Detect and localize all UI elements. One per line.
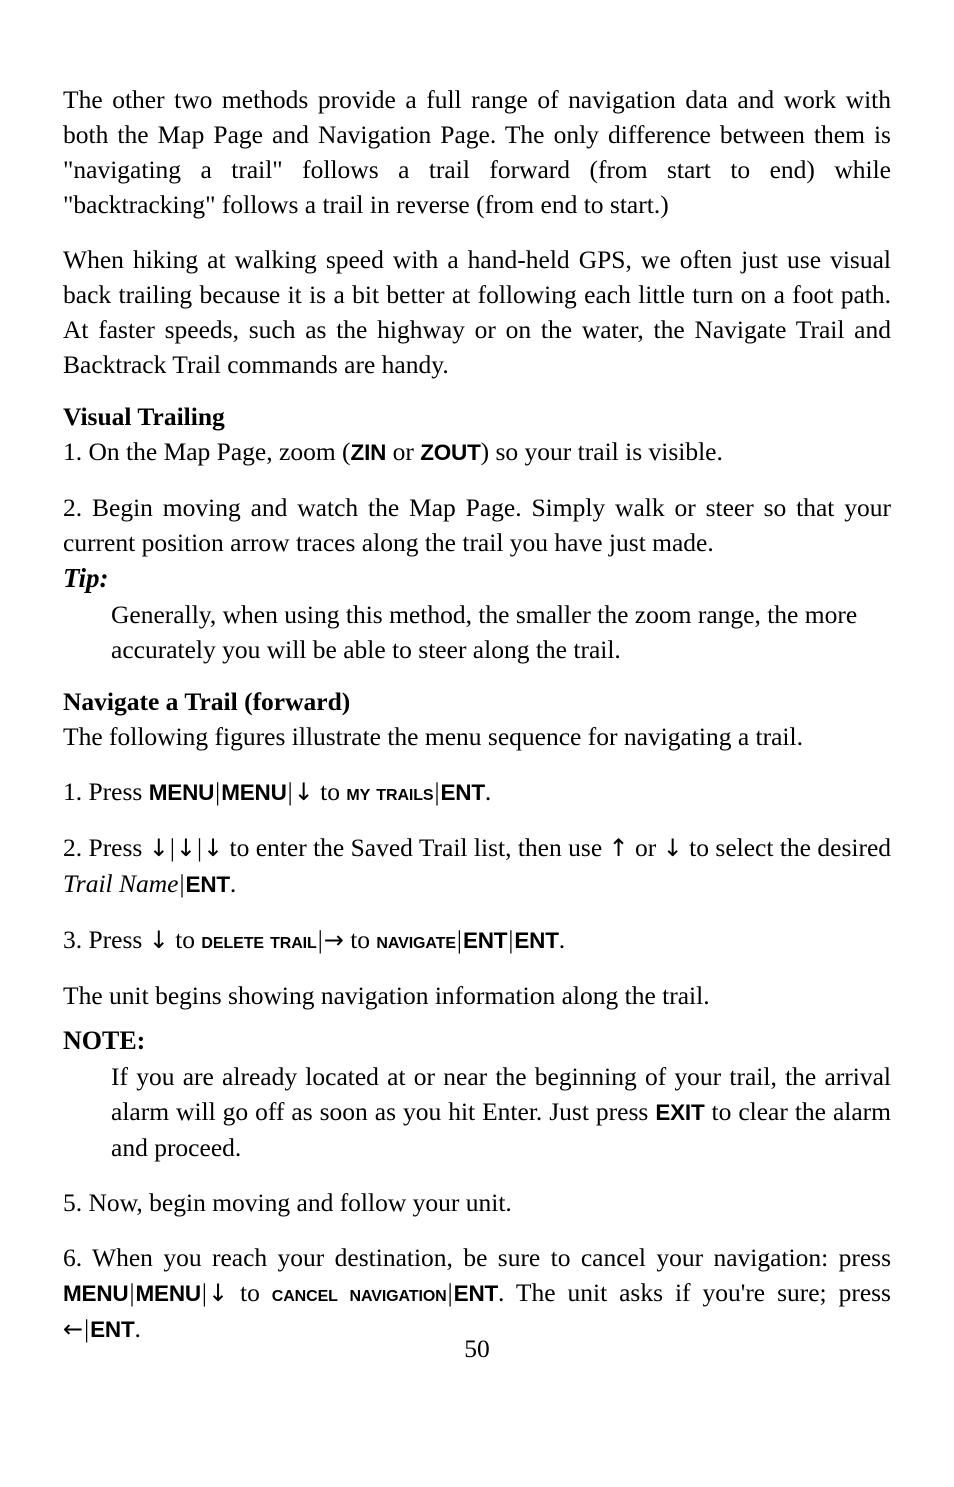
key-menu-6b: MENU xyxy=(135,1281,201,1306)
key-ent-1: ENT xyxy=(440,780,486,805)
note-label: NOTE: xyxy=(63,1026,146,1055)
key-menu-6a: MENU xyxy=(63,1281,129,1306)
trail-name-placeholder: Trail Name xyxy=(63,869,179,898)
step-2-post: . xyxy=(229,869,237,898)
key-separator: | xyxy=(179,871,185,898)
step-6-mid: to xyxy=(228,1278,272,1307)
key-separator: | xyxy=(317,927,323,954)
page-number: 50 xyxy=(464,1334,490,1363)
paragraph-unit-begins: The unit begins showing navigation infor… xyxy=(63,981,710,1010)
heading-visual-trailing: Visual Trailing xyxy=(63,402,225,431)
arrow-down-icon: ↓ xyxy=(203,834,224,862)
step-visual-1-text-pre: 1. On the Map Page, zoom ( xyxy=(63,437,351,466)
paragraph-following-figures: The following figures illustrate the men… xyxy=(63,722,803,751)
tip-body: Generally, when using this method, the s… xyxy=(111,600,858,664)
step-6-pre: 6. When you reach your destination, be s… xyxy=(63,1243,891,1272)
step-visual-1-text-post: ) so your trail is visible. xyxy=(480,437,723,466)
key-separator: | xyxy=(169,835,175,862)
key-separator: | xyxy=(456,927,462,954)
step-visual-2: 2. Begin moving and watch the Map Page. … xyxy=(63,493,891,557)
step-1-post: . xyxy=(484,777,492,806)
step-1: 1. Press MENU|MENU|↓ to My Trails|ENT. xyxy=(63,774,891,810)
key-ent-2: ENT xyxy=(185,872,231,897)
step-3-post: . xyxy=(558,925,566,954)
arrow-down-icon: ↓ xyxy=(148,834,169,862)
paragraph-hiking-speed: When hiking at walking speed with a hand… xyxy=(63,245,891,379)
arrow-right-icon: → xyxy=(323,926,344,954)
key-zin: ZIN xyxy=(350,440,387,465)
step-2-pre: 2. Press xyxy=(63,833,149,862)
step-3-mid-1: to xyxy=(168,925,202,954)
heading-navigate-a-trail: Navigate a Trail (forward) xyxy=(63,687,351,716)
key-cancel-navigation: Cancel Navigation xyxy=(271,1281,447,1306)
key-separator: | xyxy=(434,779,440,806)
paragraph-intro-methods: The other two methods provide a full ran… xyxy=(63,85,891,219)
step-1-pre: 1. Press xyxy=(63,777,149,806)
step-6: 6. When you reach your destination, be s… xyxy=(63,1240,891,1347)
step-2-or: or xyxy=(628,833,663,862)
step-2-tail: to select the desired xyxy=(682,833,892,862)
key-separator: | xyxy=(196,835,202,862)
step-3-pre: 3. Press xyxy=(63,925,149,954)
note-body: If you are already located at or near th… xyxy=(111,1059,891,1165)
arrow-down-icon: ↓ xyxy=(662,834,683,862)
step-2-mid: to enter the Saved Trail list, then use xyxy=(223,833,609,862)
key-ent-3b: ENT xyxy=(514,928,559,953)
step-5: 5. Now, begin moving and follow your uni… xyxy=(63,1188,512,1217)
arrow-down-icon: ↓ xyxy=(207,1279,229,1307)
arrow-down-icon: ↓ xyxy=(293,778,314,806)
tip-label: Tip: xyxy=(63,563,109,593)
key-ent-3a: ENT xyxy=(462,928,508,953)
arrow-down-icon: ↓ xyxy=(175,834,196,862)
arrow-down-icon: ↓ xyxy=(148,926,169,954)
step-visual-1: 1. On the Map Page, zoom (ZIN or ZOUT) s… xyxy=(63,434,891,470)
step-1-mid: to xyxy=(313,777,347,806)
key-exit: EXIT xyxy=(655,1100,705,1125)
key-separator: | xyxy=(447,1280,453,1307)
document-page: The other two methods provide a full ran… xyxy=(63,82,891,1347)
arrow-up-icon: ↑ xyxy=(608,834,629,862)
key-zout: ZOUT xyxy=(420,440,481,465)
step-3: 3. Press ↓ to Delete Trail|→ to Navigate… xyxy=(63,922,891,958)
step-3-mid-2: to xyxy=(343,925,377,954)
key-menu-1b: MENU xyxy=(221,780,287,805)
key-separator: | xyxy=(287,779,293,806)
step-2: 2. Press ↓|↓|↓ to enter the Saved Trail … xyxy=(63,830,891,902)
step-visual-1-text-mid: or xyxy=(386,437,421,466)
key-delete-trail: Delete Trail xyxy=(201,928,317,953)
key-my-trails: My Trails xyxy=(346,780,434,805)
key-separator: | xyxy=(201,1280,207,1307)
key-navigate: Navigate xyxy=(376,928,456,953)
step-6-post: . The unit asks if you're sure; press xyxy=(498,1278,891,1307)
key-ent-6a: ENT xyxy=(453,1281,499,1306)
key-menu-1a: MENU xyxy=(148,780,215,805)
